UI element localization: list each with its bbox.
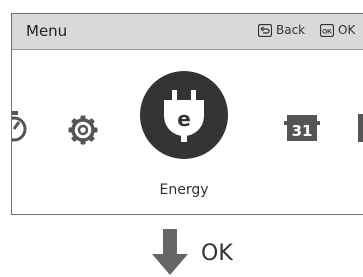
ok-instruction-label: OK [201, 241, 233, 266]
back-key-icon [258, 23, 272, 37]
menu-carousel: e Energy 31 [12, 50, 363, 214]
back-label: Back [276, 23, 306, 37]
arrow-down-icon [152, 229, 188, 275]
ok-instruction: OK [150, 225, 300, 277]
calendar-icon[interactable]: 31 [284, 113, 320, 143]
menu-header: Menu Back OK OK [12, 14, 363, 50]
menu-item-label-energy: Energy [159, 182, 209, 198]
energy-plug-icon: e [164, 90, 204, 142]
svg-text:OK: OK [322, 28, 332, 35]
ok-button[interactable]: OK OK [320, 23, 355, 37]
gear-icon[interactable] [68, 115, 98, 145]
page-title: Menu [26, 22, 68, 40]
next-item-icon[interactable] [356, 114, 363, 142]
ok-key-icon: OK [320, 23, 334, 37]
energy-glyph: e [177, 107, 191, 131]
timer-icon[interactable] [11, 107, 30, 143]
device-screen: Menu Back OK OK e Energy 31 [11, 13, 363, 215]
back-button[interactable]: Back [258, 23, 305, 37]
calendar-glyph: 31 [292, 122, 313, 140]
ok-label: OK [338, 23, 356, 37]
